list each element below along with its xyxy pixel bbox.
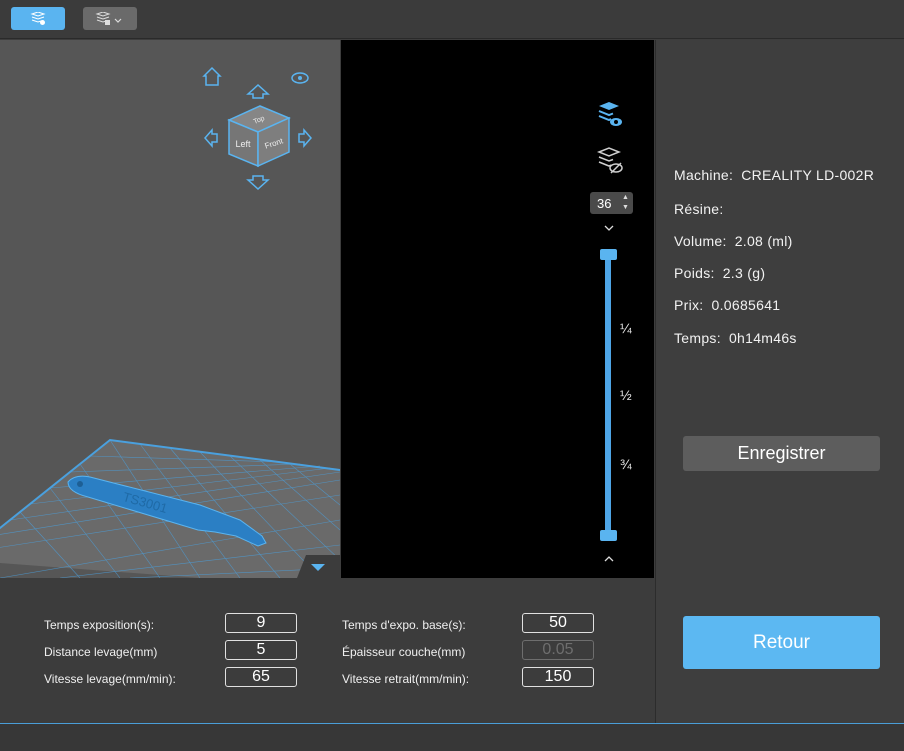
time-info: Temps: 0h14m46s — [674, 330, 797, 346]
spin-up-icon[interactable]: ▲ — [622, 194, 630, 202]
layers-slice-icon — [30, 11, 46, 25]
layer-slider-bottom-handle[interactable] — [600, 530, 617, 541]
spin-down-icon[interactable]: ▼ — [622, 204, 630, 212]
fraction-half: ½ — [620, 387, 632, 403]
volume-info: Volume: 2.08 (ml) — [674, 233, 793, 249]
top-toolbar — [0, 0, 904, 39]
exposure-field[interactable]: 9 — [225, 613, 297, 633]
print-parameters-panel: Temps exposition(s): 9 Distance levage(m… — [0, 578, 655, 723]
lift-speed-field[interactable]: 65 — [225, 667, 297, 687]
3d-viewport[interactable]: Top Left Front TS3001 — [0, 40, 340, 578]
lift-distance-label: Distance levage(mm) — [44, 645, 158, 659]
hide-layers-icon[interactable] — [596, 146, 624, 176]
layer-value: 36 — [597, 195, 612, 211]
arrow-right-icon[interactable] — [298, 128, 312, 148]
view-cube[interactable]: Top Left Front — [227, 105, 291, 168]
base-exposure-label: Temps d'expo. base(s): — [342, 618, 466, 632]
resin-info: Résine: — [674, 201, 724, 217]
fraction-quarter: ¼ — [620, 320, 632, 336]
arrow-left-icon[interactable] — [204, 128, 218, 148]
arrow-down-icon[interactable] — [246, 175, 270, 191]
machine-info: Machine: CREALITY LD-002R — [674, 167, 875, 183]
info-sidebar: Machine: CREALITY LD-002R Résine: Volume:… — [655, 40, 904, 723]
lift-speed-label: Vitesse levage(mm/min): — [44, 672, 176, 686]
eye-icon[interactable] — [291, 72, 309, 84]
layer-spinbox[interactable]: 36 ▲ ▼ — [590, 192, 633, 214]
step-down-icon[interactable] — [604, 224, 614, 232]
retract-speed-label: Vitesse retrait(mm/min): — [342, 672, 470, 686]
layers-dropdown-button[interactable] — [83, 7, 137, 30]
price-info: Prix: 0.0685641 — [674, 297, 781, 313]
slice-view-button[interactable] — [11, 7, 65, 30]
layer-preview: 36 ▲ ▼ ¼ ½ ¾ — [341, 40, 654, 578]
layer-thickness-field: 0.05 — [522, 640, 594, 660]
layer-slider-track[interactable] — [605, 258, 611, 536]
lift-distance-field[interactable]: 5 — [225, 640, 297, 660]
cube-left-label: Left — [235, 139, 251, 149]
back-button[interactable]: Retour — [683, 616, 880, 669]
viewport-scene: Top Left Front TS3001 — [0, 66, 340, 578]
fraction-three-quarters: ¾ — [620, 456, 632, 472]
weight-info: Poids: 2.3 (g) — [674, 265, 766, 281]
home-view-icon[interactable] — [202, 66, 222, 86]
retract-speed-field[interactable]: 150 — [522, 667, 594, 687]
save-button[interactable]: Enregistrer — [683, 436, 880, 471]
show-layers-icon[interactable] — [596, 100, 624, 130]
layers-dropdown-icon — [95, 11, 122, 25]
layer-thickness-label: Épaisseur couche(mm) — [342, 645, 466, 659]
layer-slider-top-handle[interactable] — [600, 249, 617, 260]
step-up-icon[interactable] — [604, 555, 614, 563]
exposure-label: Temps exposition(s): — [44, 618, 155, 632]
base-exposure-field[interactable]: 50 — [522, 613, 594, 633]
arrow-up-icon[interactable] — [246, 83, 270, 99]
status-footer — [0, 723, 904, 751]
